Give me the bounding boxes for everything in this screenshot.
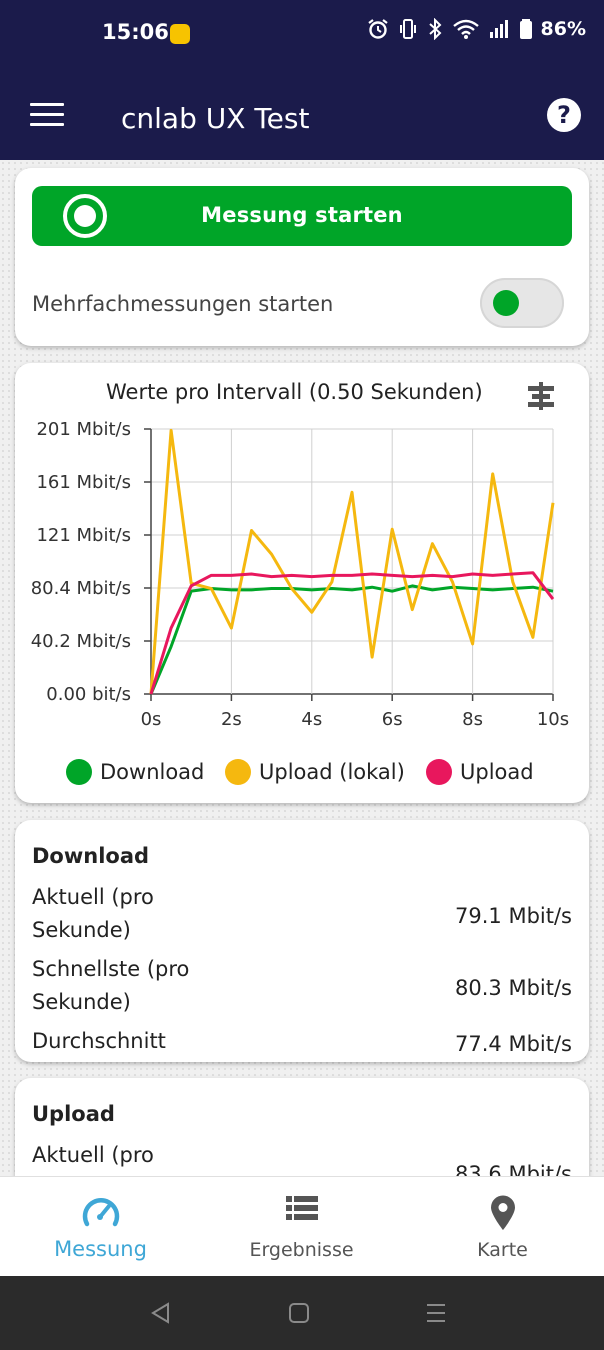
nav-tab-ergebnisse[interactable]: Ergebnisse xyxy=(201,1177,402,1277)
home-icon[interactable] xyxy=(288,1302,310,1324)
recents-icon[interactable] xyxy=(425,1302,447,1324)
upload-card: Upload Aktuell (pro Sekunde) 83.6 Mbit/s xyxy=(15,1078,589,1176)
chart-card: Werte pro Intervall (0.50 Sekunden) 0.00… xyxy=(15,363,589,803)
nav-label-karte: Karte xyxy=(477,1239,528,1261)
signal-icon xyxy=(489,20,508,38)
battery-icon xyxy=(519,19,532,39)
upload-current-label: Aktuell (pro Sekunde) xyxy=(32,1143,154,1167)
status-time: 15:06 xyxy=(102,20,169,44)
y-tick-label: 0.00 bit/s xyxy=(46,684,131,705)
vibrate-icon xyxy=(399,19,416,39)
y-tick-label: 80.4 Mbit/s xyxy=(31,578,131,599)
nav-tab-karte[interactable]: Karte xyxy=(402,1177,603,1277)
start-measurement-button[interactable]: Messung starten xyxy=(32,186,572,246)
series-line-upload-lokal xyxy=(149,428,555,695)
download-current-value: 79.1 Mbit/s xyxy=(455,904,572,928)
toggle-knob xyxy=(493,290,519,316)
legend-dot-upload xyxy=(426,759,452,785)
app-title: cnlab UX Test xyxy=(121,102,310,135)
y-tick-label: 161 Mbit/s xyxy=(36,472,131,493)
menu-icon xyxy=(30,103,64,106)
multi-measurement-label: Mehrfachmessungen starten xyxy=(32,292,334,316)
status-icons: 86% xyxy=(367,18,586,40)
legend-item-upload[interactable]: Upload xyxy=(426,759,534,785)
legend-dot-upload-local xyxy=(225,759,251,785)
download-fastest-label: Schnellste (pro Sekunde) xyxy=(32,957,190,1014)
status-bar: 15:06 86% xyxy=(0,0,604,70)
notification-app-icon xyxy=(170,24,190,44)
help-icon: ? xyxy=(557,101,571,129)
back-icon[interactable] xyxy=(150,1302,172,1324)
y-tick-label: 121 Mbit/s xyxy=(36,525,131,546)
start-measurement-label: Messung starten xyxy=(201,203,403,227)
download-average-label: Durchschnitt xyxy=(32,1029,166,1053)
download-current-label: Aktuell (pro Sekunde) xyxy=(32,885,154,942)
map-pin-icon xyxy=(490,1195,515,1230)
download-card: Download Aktuell (pro Sekunde) 79.1 Mbit… xyxy=(15,820,589,1062)
upload-title: Upload xyxy=(32,1102,115,1126)
alarm-icon xyxy=(367,19,388,39)
legend-dot-download xyxy=(66,759,92,785)
system-navigation-bar xyxy=(0,1276,604,1350)
legend-label-upload-local: Upload (lokal) xyxy=(259,760,405,784)
menu-button[interactable] xyxy=(30,103,64,127)
nav-label-messung: Messung xyxy=(54,1237,147,1261)
nav-label-ergebnisse: Ergebnisse xyxy=(249,1239,354,1261)
bluetooth-icon xyxy=(428,18,441,40)
battery-level: 86% xyxy=(540,18,586,40)
x-tick-label: 8s xyxy=(462,709,483,730)
legend-item-upload-local[interactable]: Upload (lokal) xyxy=(225,759,405,785)
multi-measurement-toggle[interactable] xyxy=(480,278,564,328)
y-tick-label: 201 Mbit/s xyxy=(36,419,131,440)
speed-line-chart: 0.00 bit/s 40.2 Mbit/s 80.4 Mbit/s 121 Mbit… xyxy=(31,419,569,730)
legend-label-upload: Upload xyxy=(460,760,534,784)
x-tick-label: 4s xyxy=(301,709,322,730)
download-title: Download xyxy=(32,844,150,868)
x-tick-label: 0s xyxy=(141,709,162,730)
start-card: Messung starten Mehrfachmessungen starte… xyxy=(15,168,589,346)
download-fastest-value: 80.3 Mbit/s xyxy=(455,976,572,1000)
list-icon xyxy=(285,1196,318,1220)
chart-legend: Download Upload (lokal) Upload xyxy=(15,759,589,791)
y-tick-label: 40.2 Mbit/s xyxy=(31,631,131,652)
nav-tab-messung[interactable]: Messung xyxy=(0,1177,201,1277)
download-average-value: 77.4 Mbit/s xyxy=(455,1032,572,1056)
help-button[interactable]: ? xyxy=(547,98,581,132)
x-tick-label: 2s xyxy=(221,709,242,730)
upload-current-value: 83.6 Mbit/s xyxy=(455,1162,572,1176)
legend-item-download[interactable]: Download xyxy=(66,759,204,785)
x-tick-label: 10s xyxy=(537,709,569,730)
legend-label-download: Download xyxy=(100,760,205,784)
wifi-icon xyxy=(452,19,479,39)
speedometer-icon xyxy=(82,1198,119,1227)
series-line-download xyxy=(149,584,554,695)
app-bar: cnlab UX Test ? xyxy=(0,70,604,160)
x-tick-label: 6s xyxy=(382,709,403,730)
scroll-content[interactable]: Messung starten Mehrfachmessungen starte… xyxy=(0,160,604,1176)
bottom-navigation: Messung Ergebnisse Karte xyxy=(0,1176,604,1277)
